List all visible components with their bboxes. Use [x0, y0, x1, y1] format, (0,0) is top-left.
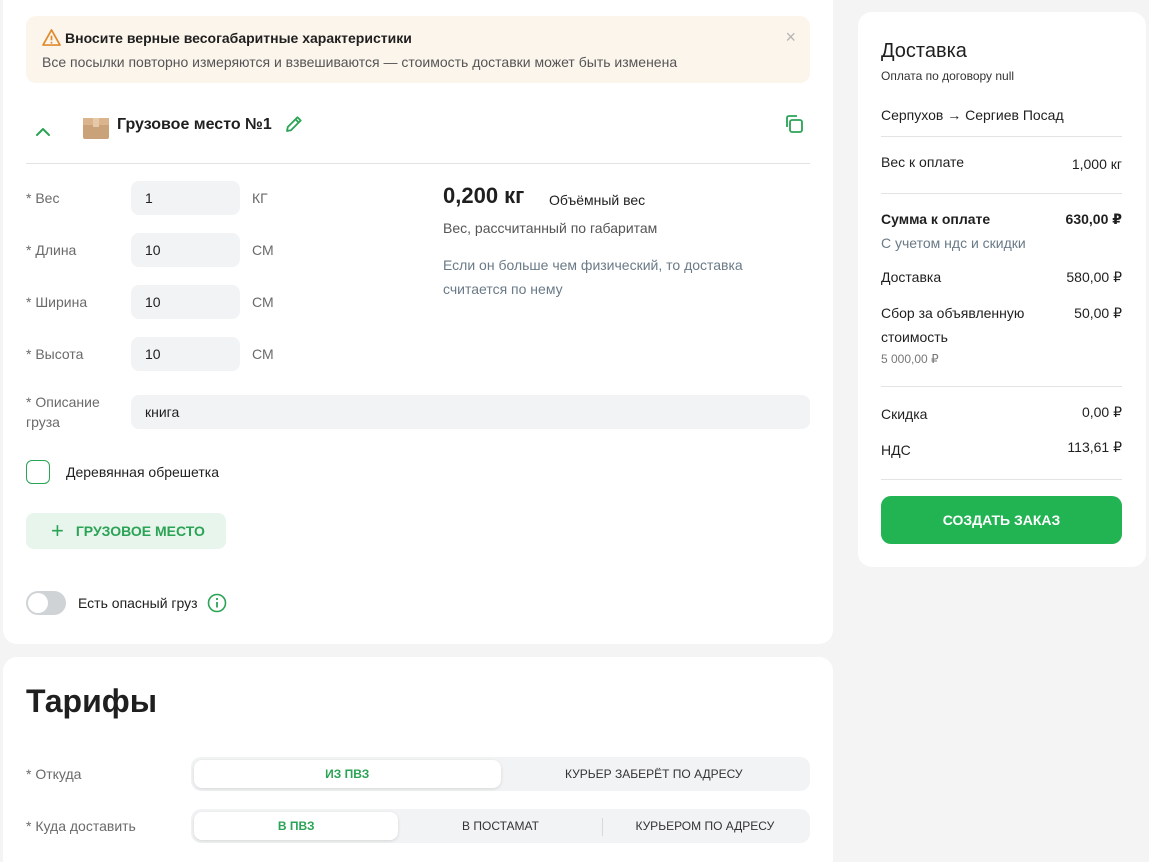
total-value: 630,00 ₽: [1065, 211, 1122, 227]
weight-input[interactable]: [131, 181, 240, 215]
copy-icon[interactable]: [784, 114, 804, 134]
wooden-crate-label: Деревянная обрешетка: [66, 464, 219, 480]
height-label: * Высота: [26, 346, 84, 362]
length-label: * Длина: [26, 242, 77, 258]
dangerous-cargo-label: Есть опасный груз: [78, 595, 198, 611]
divider: [881, 193, 1122, 194]
declared-value-label: Сбор за объявленную стоимость: [881, 305, 1025, 345]
pencil-icon[interactable]: [284, 114, 304, 134]
volume-weight-label: Объёмный вес: [549, 192, 646, 208]
divider: [881, 136, 1122, 137]
add-cargo-label: ГРУЗОВОЕ МЕСТО: [75, 523, 205, 539]
wooden-crate-checkbox[interactable]: [26, 460, 50, 484]
vat-value: 113,61 ₽: [1067, 439, 1122, 455]
discount-label: Скидка: [881, 406, 928, 422]
from-label: * Откуда: [26, 766, 82, 782]
delivery-label: Доставка: [881, 269, 942, 285]
close-icon[interactable]: ×: [785, 27, 796, 48]
length-input[interactable]: [131, 233, 240, 267]
to-option-pvz[interactable]: В ПВЗ: [194, 812, 399, 840]
warning-banner: Вносите верные весогабаритные характерис…: [26, 16, 810, 83]
warning-text: Все посылки повторно измеряются и взвеши…: [42, 54, 678, 70]
create-order-button[interactable]: СОЗДАТЬ ЗАКАЗ: [881, 496, 1122, 544]
cargo-title: Грузовое место №1: [117, 116, 272, 133]
chevron-up-icon[interactable]: [34, 126, 52, 138]
dangerous-cargo-toggle[interactable]: [26, 591, 66, 615]
total-note: С учетом ндс и скидки: [881, 235, 1026, 251]
summary-card: Доставка Оплата по договору null Серпухо…: [858, 12, 1146, 567]
volume-weight-value: 0,200 кг: [443, 183, 525, 208]
warning-title: Вносите верные весогабаритные характерис…: [65, 30, 412, 46]
warning-icon: [42, 29, 61, 46]
from-option-pvz[interactable]: ИЗ ПВЗ: [194, 760, 501, 788]
declared-value-fee: 50,00 ₽: [1074, 305, 1122, 321]
tariffs-title: Тарифы: [26, 683, 158, 719]
divider: [881, 386, 1122, 387]
width-input[interactable]: [131, 285, 240, 319]
description-label: * Описание груза: [26, 394, 100, 430]
declared-value-amount: 5 000,00 ₽: [881, 352, 939, 366]
total-label: Сумма к оплате: [881, 211, 991, 227]
info-icon[interactable]: [207, 593, 227, 613]
to-option-postamat[interactable]: В ПОСТАМАТ: [398, 812, 603, 840]
length-unit: СМ: [252, 242, 274, 258]
plus-icon: +: [51, 518, 64, 543]
weight-to-pay-label: Вес к оплате: [881, 154, 965, 170]
box-icon: [83, 118, 109, 139]
to-segmented-control: В ПВЗ В ПОСТАМАТ КУРЬЕРОМ ПО АДРЕСУ: [191, 809, 810, 843]
to-label: * Куда доставить: [26, 818, 136, 834]
height-unit: СМ: [252, 346, 274, 362]
weight-to-pay-value: 1,000 кг: [1071, 156, 1122, 172]
cargo-header: Грузовое место №1: [26, 112, 810, 164]
divider: [881, 479, 1122, 480]
from-option-courier[interactable]: КУРЬЕР ЗАБЕРЁТ ПО АДРЕСУ: [501, 760, 808, 788]
volume-weight-note: Если он больше чем физический, то достав…: [443, 257, 743, 297]
toggle-knob: [28, 593, 48, 613]
width-unit: СМ: [252, 294, 274, 310]
add-cargo-button[interactable]: + ГРУЗОВОЕ МЕСТО: [26, 513, 226, 549]
weight-unit: КГ: [252, 190, 268, 206]
from-segmented-control: ИЗ ПВЗ КУРЬЕР ЗАБЕРЁТ ПО АДРЕСУ: [191, 757, 810, 791]
summary-title: Доставка: [881, 40, 967, 62]
volume-weight-sub: Вес, рассчитанный по габаритам: [443, 220, 658, 236]
description-input[interactable]: [131, 395, 810, 429]
width-label: * Ширина: [26, 294, 88, 310]
weight-label: * Вес: [26, 190, 60, 206]
to-option-courier[interactable]: КУРЬЕРОМ ПО АДРЕСУ: [603, 812, 807, 840]
vat-label: НДС: [881, 442, 911, 458]
delivery-value: 580,00 ₽: [1066, 269, 1122, 285]
cargo-card: Вносите верные весогабаритные характерис…: [3, 0, 833, 644]
route-text: Серпухов → Сергиев Посад: [881, 107, 1064, 123]
discount-value: 0,00 ₽: [1081, 404, 1122, 420]
summary-subtitle: Оплата по договору null: [881, 69, 1015, 83]
height-input[interactable]: [131, 337, 240, 371]
tariffs-card: Тарифы * Откуда ИЗ ПВЗ КУРЬЕР ЗАБЕРЁТ ПО…: [3, 657, 833, 862]
